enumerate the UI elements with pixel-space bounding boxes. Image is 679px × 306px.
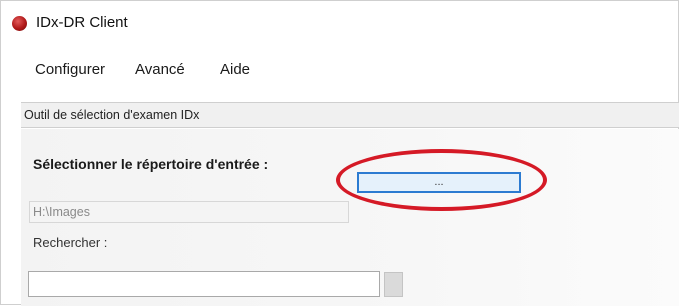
search-input[interactable] — [28, 271, 380, 297]
tool-header-title: Outil de sélection d'examen IDx — [24, 108, 200, 122]
menu-configurer[interactable]: Configurer — [35, 61, 105, 78]
input-directory-label: Sélectionner le répertoire d'entrée : — [33, 156, 269, 172]
app-icon — [12, 16, 27, 31]
menu-bar: Configurer Avancé Aide — [1, 53, 678, 87]
tool-header: Outil de sélection d'examen IDx — [21, 102, 679, 128]
browse-directory-button[interactable]: ... — [357, 172, 521, 193]
app-window: IDx-DR Client Configurer Avancé Aide Out… — [0, 0, 679, 306]
input-directory-field: H:\Images — [29, 201, 349, 223]
search-label: Rechercher : — [33, 235, 108, 250]
window-title: IDx-DR Client — [36, 14, 128, 31]
input-directory-path: H:\Images — [33, 205, 90, 219]
menu-avance[interactable]: Avancé — [135, 61, 185, 78]
title-bar: IDx-DR Client — [1, 1, 678, 45]
search-button[interactable] — [384, 272, 403, 297]
menu-aide[interactable]: Aide — [220, 61, 250, 78]
